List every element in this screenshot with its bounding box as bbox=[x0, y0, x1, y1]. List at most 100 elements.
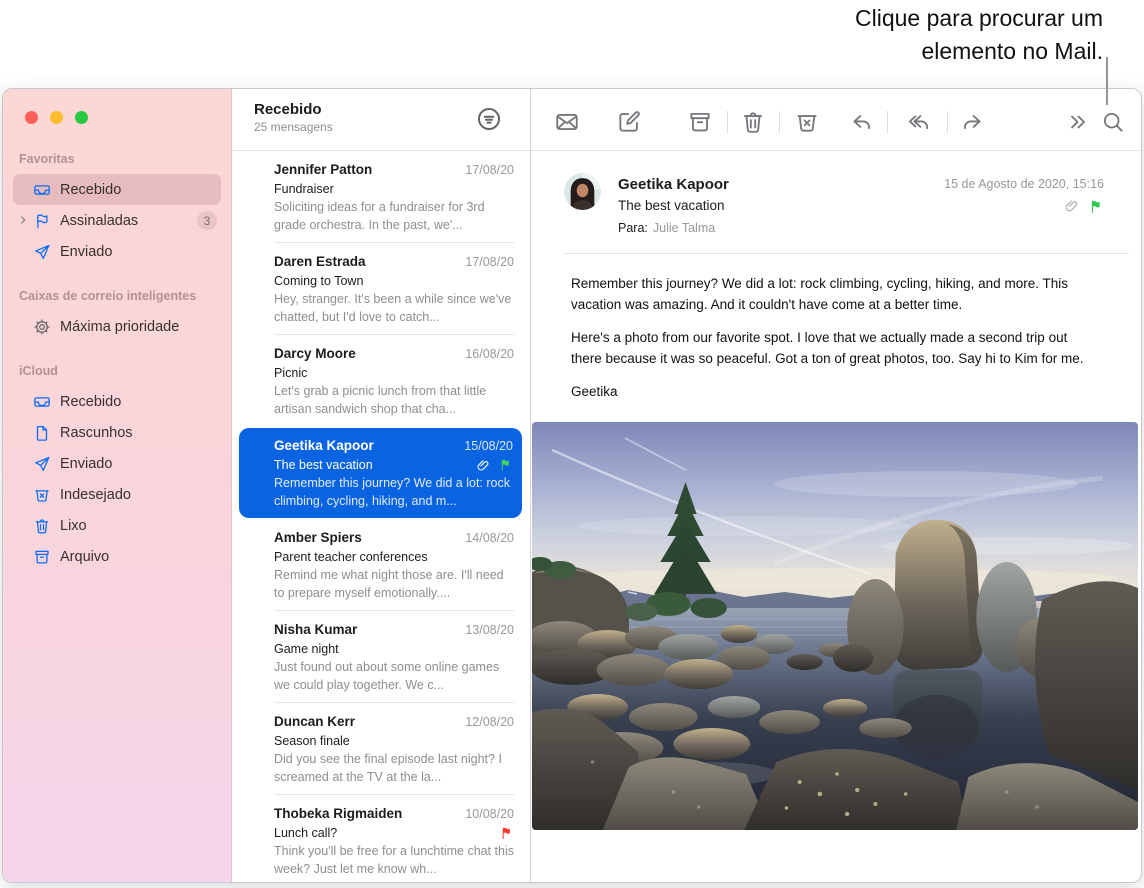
row-preview: Let's grab a picnic lunch from that litt… bbox=[274, 383, 514, 418]
sidebar-item-label: Recebido bbox=[60, 394, 121, 410]
row-sender: Daren Estrada bbox=[274, 252, 366, 271]
sidebar-item-maxima-prioridade[interactable]: Máxima prioridade bbox=[13, 311, 221, 342]
sidebar-item-label: Máxima prioridade bbox=[60, 319, 179, 335]
sidebar-item-indesejado[interactable]: Indesejado bbox=[13, 479, 221, 510]
sidebar-item-label: Rascunhos bbox=[60, 425, 133, 441]
row-preview: Remind me what night those are. I'll nee… bbox=[274, 567, 514, 602]
message-row-geetika-kapoor-selected[interactable]: Geetika Kapoor 15/08/20 The best vacation… bbox=[239, 428, 522, 518]
section-title-smart-mailboxes: Caixas de correio inteligentes bbox=[19, 289, 231, 307]
mail-window: Favoritas Recebido Assinaladas 3 bbox=[2, 88, 1142, 883]
toolbar-separator bbox=[727, 111, 728, 133]
sidebar-item-arquivo[interactable]: Arquivo bbox=[13, 541, 221, 572]
section-title-icloud: iCloud bbox=[19, 364, 231, 382]
inbox-tray-icon bbox=[33, 181, 51, 199]
red-flag-icon bbox=[500, 826, 514, 840]
row-sender: Geetika Kapoor bbox=[274, 436, 374, 455]
sidebar-item-label: Enviado bbox=[60, 244, 112, 260]
junk-bin-icon bbox=[33, 486, 51, 504]
mailbox-list: Favoritas Recebido Assinaladas 3 bbox=[3, 152, 231, 572]
row-sender: Amber Spiers bbox=[274, 528, 362, 547]
sidebar-item-enviado-favoritas[interactable]: Enviado bbox=[13, 236, 221, 267]
sidebar-item-rascunhos[interactable]: Rascunhos bbox=[13, 417, 221, 448]
sidebar-item-label: Indesejado bbox=[60, 487, 131, 503]
row-sender: Darcy Moore bbox=[274, 344, 356, 363]
row-subject: The best vacation bbox=[274, 456, 373, 474]
reply-all-button[interactable] bbox=[906, 109, 932, 135]
message-row-darcy-moore[interactable]: Darcy Moore 16/08/20 Picnic Let's grab a … bbox=[232, 335, 530, 427]
junk-button[interactable] bbox=[794, 109, 820, 135]
row-subject: Coming to Town bbox=[274, 272, 363, 290]
row-subject: Season finale bbox=[274, 732, 350, 750]
sidebar-item-label: Arquivo bbox=[60, 549, 109, 565]
unread-count-badge: 3 bbox=[197, 211, 217, 230]
row-date: 15/08/20 bbox=[464, 437, 513, 456]
row-sender: Thobeka Rigmaiden bbox=[274, 804, 402, 823]
row-preview: Just found out about some online games w… bbox=[274, 659, 514, 694]
paperclip-icon bbox=[476, 458, 491, 473]
attachment-photo-lake-boulders[interactable] bbox=[532, 422, 1138, 830]
window-controls bbox=[3, 89, 231, 124]
reply-button[interactable] bbox=[849, 109, 875, 135]
minimize-button[interactable] bbox=[50, 111, 63, 124]
row-date: 16/08/20 bbox=[465, 345, 514, 364]
row-subject: Picnic bbox=[274, 364, 307, 382]
chevron-right-icon[interactable] bbox=[16, 213, 30, 227]
toolbar bbox=[531, 89, 1141, 151]
callout-line-2: elemento no Mail. bbox=[855, 35, 1103, 68]
search-button[interactable] bbox=[1100, 109, 1126, 135]
row-sender: Duncan Kerr bbox=[274, 712, 355, 731]
get-mail-button[interactable] bbox=[554, 109, 580, 135]
sidebar-item-label: Enviado bbox=[60, 456, 112, 472]
sender-avatar bbox=[564, 173, 601, 210]
section-title-favoritas: Favoritas bbox=[19, 152, 231, 170]
message-row-jennifer-patton[interactable]: Jennifer Patton17/08/20 Fundraiser Solic… bbox=[232, 151, 530, 243]
row-date: 17/08/20 bbox=[465, 161, 514, 180]
compose-button[interactable] bbox=[616, 109, 642, 135]
archive-box-icon bbox=[33, 548, 51, 566]
sidebar-item-recebido[interactable]: Recebido bbox=[13, 174, 221, 205]
toolbar-separator bbox=[887, 111, 888, 133]
row-sender: Nisha Kumar bbox=[274, 620, 357, 639]
recipient-name[interactable]: Julie Talma bbox=[653, 221, 715, 235]
row-date: 13/08/20 bbox=[465, 621, 514, 640]
row-preview: Remember this journey? We did a lot: roc… bbox=[274, 475, 513, 510]
row-preview: Hey, stranger. It's been a while since w… bbox=[274, 291, 514, 326]
sidebar-item-lixo[interactable]: Lixo bbox=[13, 510, 221, 541]
document-icon bbox=[33, 424, 51, 442]
paperclip-icon bbox=[1064, 198, 1080, 214]
message-row-amber-spiers[interactable]: Amber Spiers14/08/20 Parent teacher conf… bbox=[232, 519, 530, 611]
sidebar-item-enviado-icloud[interactable]: Enviado bbox=[13, 448, 221, 479]
archive-button[interactable] bbox=[687, 109, 713, 135]
body-paragraph: Here's a photo from our favorite spot. I… bbox=[571, 327, 1101, 369]
sidebar-item-label: Assinaladas bbox=[60, 213, 138, 229]
more-toolbar-items-button[interactable] bbox=[1065, 109, 1091, 135]
trash-icon bbox=[33, 517, 51, 535]
sidebar-item-label: Recebido bbox=[60, 182, 121, 198]
sidebar: Favoritas Recebido Assinaladas 3 bbox=[3, 89, 232, 883]
sidebar-item-recebido-icloud[interactable]: Recebido bbox=[13, 386, 221, 417]
filter-button[interactable] bbox=[475, 105, 503, 133]
message-row-nisha-kumar[interactable]: Nisha Kumar 13/08/20 Game night Just foun… bbox=[232, 611, 530, 703]
forward-button[interactable] bbox=[959, 109, 985, 135]
message-row-thobeka-rigmaiden[interactable]: Thobeka Rigmaiden10/08/20 Lunch call? Th… bbox=[232, 795, 530, 883]
message-row-duncan-kerr[interactable]: Duncan Kerr12/08/20 Season finale Did yo… bbox=[232, 703, 530, 795]
message-body: Remember this journey? We did a lot: roc… bbox=[571, 273, 1101, 402]
sidebar-item-label: Lixo bbox=[60, 518, 87, 534]
delete-button[interactable] bbox=[740, 109, 766, 135]
body-paragraph: Remember this journey? We did a lot: roc… bbox=[571, 273, 1101, 315]
row-subject: Game night bbox=[274, 640, 339, 658]
sidebar-item-assinaladas[interactable]: Assinaladas 3 bbox=[13, 205, 221, 236]
message-rows: Jennifer Patton17/08/20 Fundraiser Solic… bbox=[232, 151, 530, 883]
close-button[interactable] bbox=[25, 111, 38, 124]
row-sender: Jennifer Patton bbox=[274, 160, 372, 179]
row-subject: Fundraiser bbox=[274, 180, 334, 198]
to-label: Para: bbox=[618, 221, 648, 235]
paper-plane-icon bbox=[33, 243, 51, 261]
message-list-header: Recebido 25 mensagens bbox=[232, 89, 530, 151]
zoom-button[interactable] bbox=[75, 111, 88, 124]
message-row-daren-estrada[interactable]: Daren Estrada17/08/20 Coming to Town Hey… bbox=[232, 243, 530, 335]
message-meta: 15 de Agosto de 2020, 15:16 bbox=[944, 177, 1104, 214]
message-header: Geetika Kapoor The best vacation Para:Ju… bbox=[531, 151, 1141, 238]
flag-icon bbox=[33, 212, 51, 230]
gear-icon bbox=[33, 318, 51, 336]
